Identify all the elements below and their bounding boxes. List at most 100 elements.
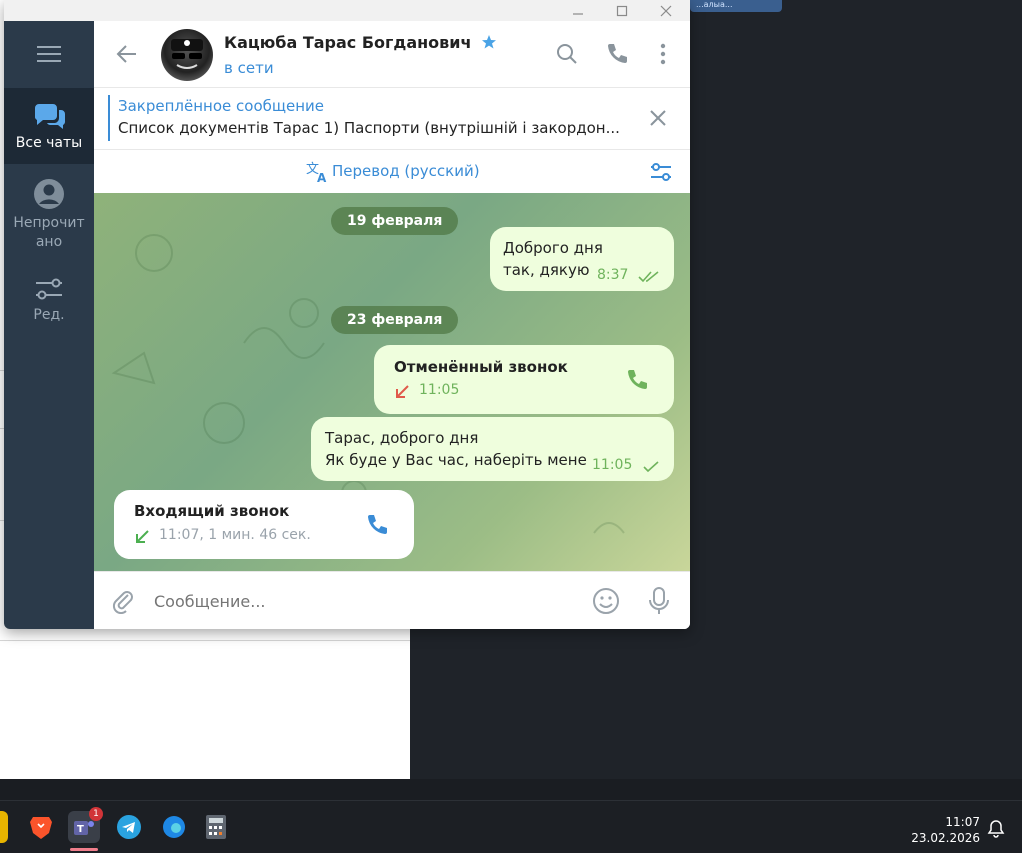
phone-icon (368, 515, 387, 534)
back-arrow-icon (116, 45, 136, 63)
call-detail: 11:07, 1 мин. 46 сек. (159, 527, 311, 543)
message-text: Як буде у Вас час, наберіть мене (325, 451, 587, 469)
telegram-window: Все чаты Непрочит ано Ред. Кацюба Тарас … (4, 0, 690, 629)
filters-icon (36, 278, 62, 300)
taskbar-telegram[interactable] (113, 811, 145, 843)
search-button[interactable] (554, 41, 580, 67)
notification-bell-icon (987, 820, 1005, 838)
taskbar: T 1 11:07 23.02.2026 (0, 800, 1022, 853)
pinned-text: Список документів Тарас 1) Паспорти (вну… (118, 119, 620, 137)
pinned-message-bar[interactable]: Закреплённое сообщение Список документів… (94, 87, 690, 149)
clock-date: 23.02.2026 (911, 831, 980, 845)
microphone-icon (649, 587, 669, 614)
minimize-icon (573, 12, 583, 15)
maximize-button[interactable] (602, 0, 642, 21)
translate-icon: 文 A (306, 160, 330, 188)
emoji-button[interactable] (591, 586, 621, 620)
hamburger-menu-icon (37, 46, 61, 62)
more-vertical-icon (660, 43, 666, 65)
voice-record-button[interactable] (646, 586, 672, 620)
smiley-icon (593, 588, 619, 614)
sidebar-item-edit[interactable]: Ред. (4, 276, 94, 336)
message-time: 8:37 (597, 267, 629, 283)
notification-badge: 1 (89, 807, 103, 821)
more-menu-button[interactable] (650, 41, 676, 67)
date-separator: 19 февраля (331, 207, 459, 235)
sidebar-item-all-chats[interactable]: Все чаты (4, 88, 94, 164)
taskbar-browser[interactable] (158, 811, 190, 843)
folders-sidebar: Все чаты Непрочит ано Ред. (4, 21, 94, 629)
call-time: 11:05 (419, 382, 460, 398)
minimize-button[interactable] (558, 0, 598, 21)
close-pinned-button[interactable] (648, 108, 668, 132)
premium-star-icon (482, 35, 497, 49)
message-outgoing[interactable]: Доброго дня так, дякую 8:37 (490, 227, 674, 291)
translate-button[interactable]: Перевод (русский) (332, 162, 480, 180)
taskbar-brave[interactable] (25, 811, 57, 843)
avatar[interactable] (161, 29, 213, 81)
taskbar-teams[interactable]: T 1 (68, 807, 103, 851)
sidebar-item-label: Все чаты (15, 135, 83, 151)
pinned-indicator (108, 95, 110, 141)
message-text: Тарас, доброго дня (325, 429, 479, 447)
chat-header: Кацюба Тарас Богданович в сети (94, 21, 690, 87)
edge-browser-icon (163, 816, 185, 838)
call-button[interactable] (604, 41, 630, 67)
taskbar-clock[interactable]: 11:07 23.02.2026 (911, 814, 980, 846)
phone-icon (628, 370, 647, 389)
contact-name[interactable]: Кацюба Тарас Богданович (224, 33, 497, 52)
incoming-call-arrow-icon (136, 530, 149, 543)
active-app-indicator (70, 848, 98, 851)
chats-icon (34, 104, 66, 129)
message-text: так, дякую (503, 261, 590, 279)
taskbar-calculator[interactable] (200, 811, 232, 843)
sidebar-item-unread[interactable]: Непрочит ано (4, 178, 94, 258)
background-strip (0, 779, 1022, 800)
paperclip-icon (112, 591, 133, 615)
search-icon (557, 44, 577, 64)
date-separator: 23 февраля (331, 306, 459, 334)
notifications-button[interactable] (986, 819, 1006, 843)
message-outgoing[interactable]: Тарас, доброго дня Як буде у Вас час, на… (311, 417, 674, 481)
sliders-icon (651, 163, 671, 181)
translate-bar: 文 A Перевод (русский) (94, 149, 690, 193)
message-composer (94, 571, 690, 629)
profile-icon (34, 179, 64, 209)
main-menu-button[interactable] (4, 21, 94, 87)
window-titlebar (4, 0, 690, 21)
pinned-title: Закреплённое сообщение (118, 97, 325, 115)
call-title: Входящий звонок (134, 502, 290, 520)
call-message-incoming[interactable]: Входящий звонок 11:07, 1 мин. 46 сек. (114, 490, 414, 559)
call-message-outgoing[interactable]: Отменённый звонок 11:05 (374, 345, 674, 414)
message-time: 11:05 (592, 457, 633, 473)
message-input[interactable] (154, 586, 574, 616)
message-list[interactable]: 19 февраля Доброго дня так, дякую 8:37 2… (94, 193, 690, 571)
taskbar-file-explorer[interactable] (0, 811, 8, 843)
call-back-button[interactable] (624, 367, 650, 397)
avatar-photo-icon (171, 39, 203, 69)
doc-divider (0, 640, 410, 641)
sidebar-item-label: Ред. (33, 307, 65, 323)
call-back-button[interactable] (364, 512, 390, 542)
check-icon (643, 461, 659, 473)
maximize-icon (616, 5, 628, 16)
calculator-icon (206, 815, 226, 839)
brave-lion-icon (30, 817, 52, 839)
svg-text:T: T (77, 824, 84, 835)
contact-status: в сети (224, 59, 274, 77)
attach-button[interactable] (110, 588, 136, 618)
close-icon (650, 110, 666, 126)
svg-text:A: A (317, 171, 327, 184)
sidebar-item-label: Непрочит ано (13, 215, 85, 250)
missed-call-arrow-icon (396, 385, 409, 398)
close-icon (660, 5, 672, 16)
phone-icon (608, 44, 627, 63)
call-title: Отменённый звонок (394, 358, 568, 376)
telegram-icon (117, 815, 141, 839)
clock-time: 11:07 (945, 815, 980, 829)
background-top-chip[interactable]: ...алыа... (690, 0, 782, 12)
double-check-icon (638, 271, 659, 283)
translate-settings-button[interactable] (649, 160, 673, 188)
back-button[interactable] (114, 41, 140, 67)
close-window-button[interactable] (646, 0, 686, 21)
